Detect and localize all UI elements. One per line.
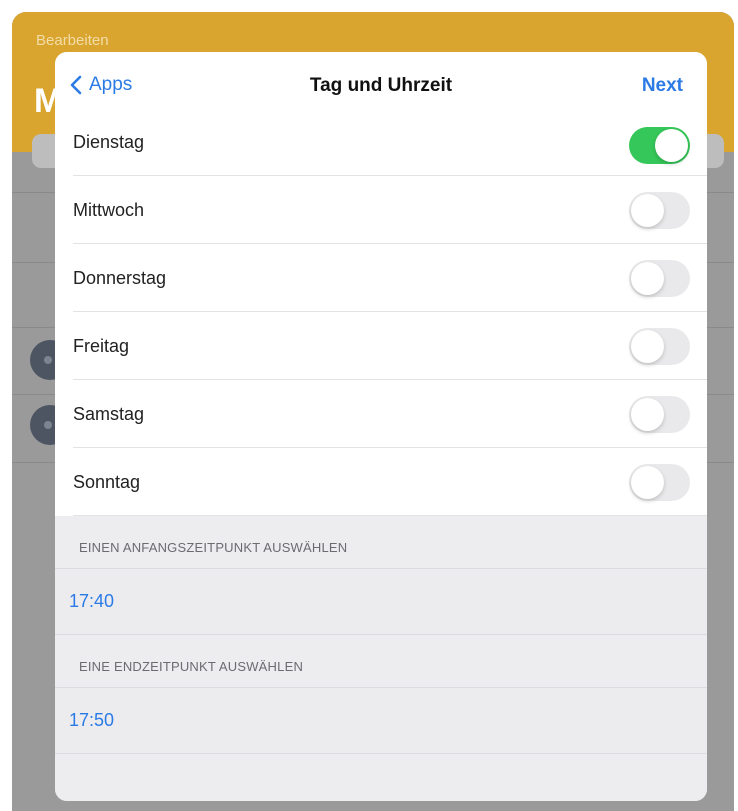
start-time-section: EINEN ANFANGSZEITPUNKT AUSWÄHLEN 17:40 [55,516,707,635]
end-time-value[interactable]: 17:50 [55,687,707,754]
start-time-value[interactable]: 17:40 [55,568,707,635]
toggle-knob [631,193,664,227]
day-row-donnerstag: Donnerstag [55,244,707,312]
day-list: Dienstag Mittwoch Donnerstag Freitag Sam… [55,118,707,516]
day-label: Samstag [73,403,145,424]
sheet-bottom-fill [55,754,707,801]
day-label: Freitag [73,335,130,356]
donnerstag-toggle[interactable] [629,259,690,297]
end-time-header: EINE ENDZEITPUNKT AUSWÄHLEN [79,659,304,674]
toggle-knob [631,397,664,431]
sonntag-toggle[interactable] [629,463,690,501]
day-label: Dienstag [73,132,145,152]
start-time-header: EINEN ANFANGSZEITPUNKT AUSWÄHLEN [79,540,348,555]
toggle-knob [655,129,688,162]
day-label: Mittwoch [73,199,145,220]
day-row-mittwoch: Mittwoch [55,176,707,244]
toggle-knob [631,329,664,363]
day-row-freitag: Freitag [55,312,707,380]
day-label: Sonntag [73,471,141,492]
page-title: Tag und Uhrzeit [309,75,453,96]
toggle-knob [631,261,664,295]
samstag-toggle[interactable] [629,395,690,433]
next-button[interactable]: Next [642,75,683,97]
day-time-sheet: Apps Tag und Uhrzeit Next Dienstag Mittw… [55,52,707,801]
dienstag-toggle[interactable] [629,127,690,164]
day-row-samstag: Samstag [55,380,707,448]
toggle-knob [631,465,664,499]
day-row-dienstag: Dienstag [55,118,707,176]
day-label: Donnerstag [73,267,167,288]
mittwoch-toggle[interactable] [629,191,690,229]
background-edit-button: Bearbeiten [36,32,109,49]
end-time-section: EINE ENDZEITPUNKT AUSWÄHLEN 17:50 [55,635,707,754]
freitag-toggle[interactable] [629,327,690,365]
navigation-bar: Apps Tag und Uhrzeit Next [55,52,707,118]
day-row-sonntag: Sonntag [55,448,707,516]
